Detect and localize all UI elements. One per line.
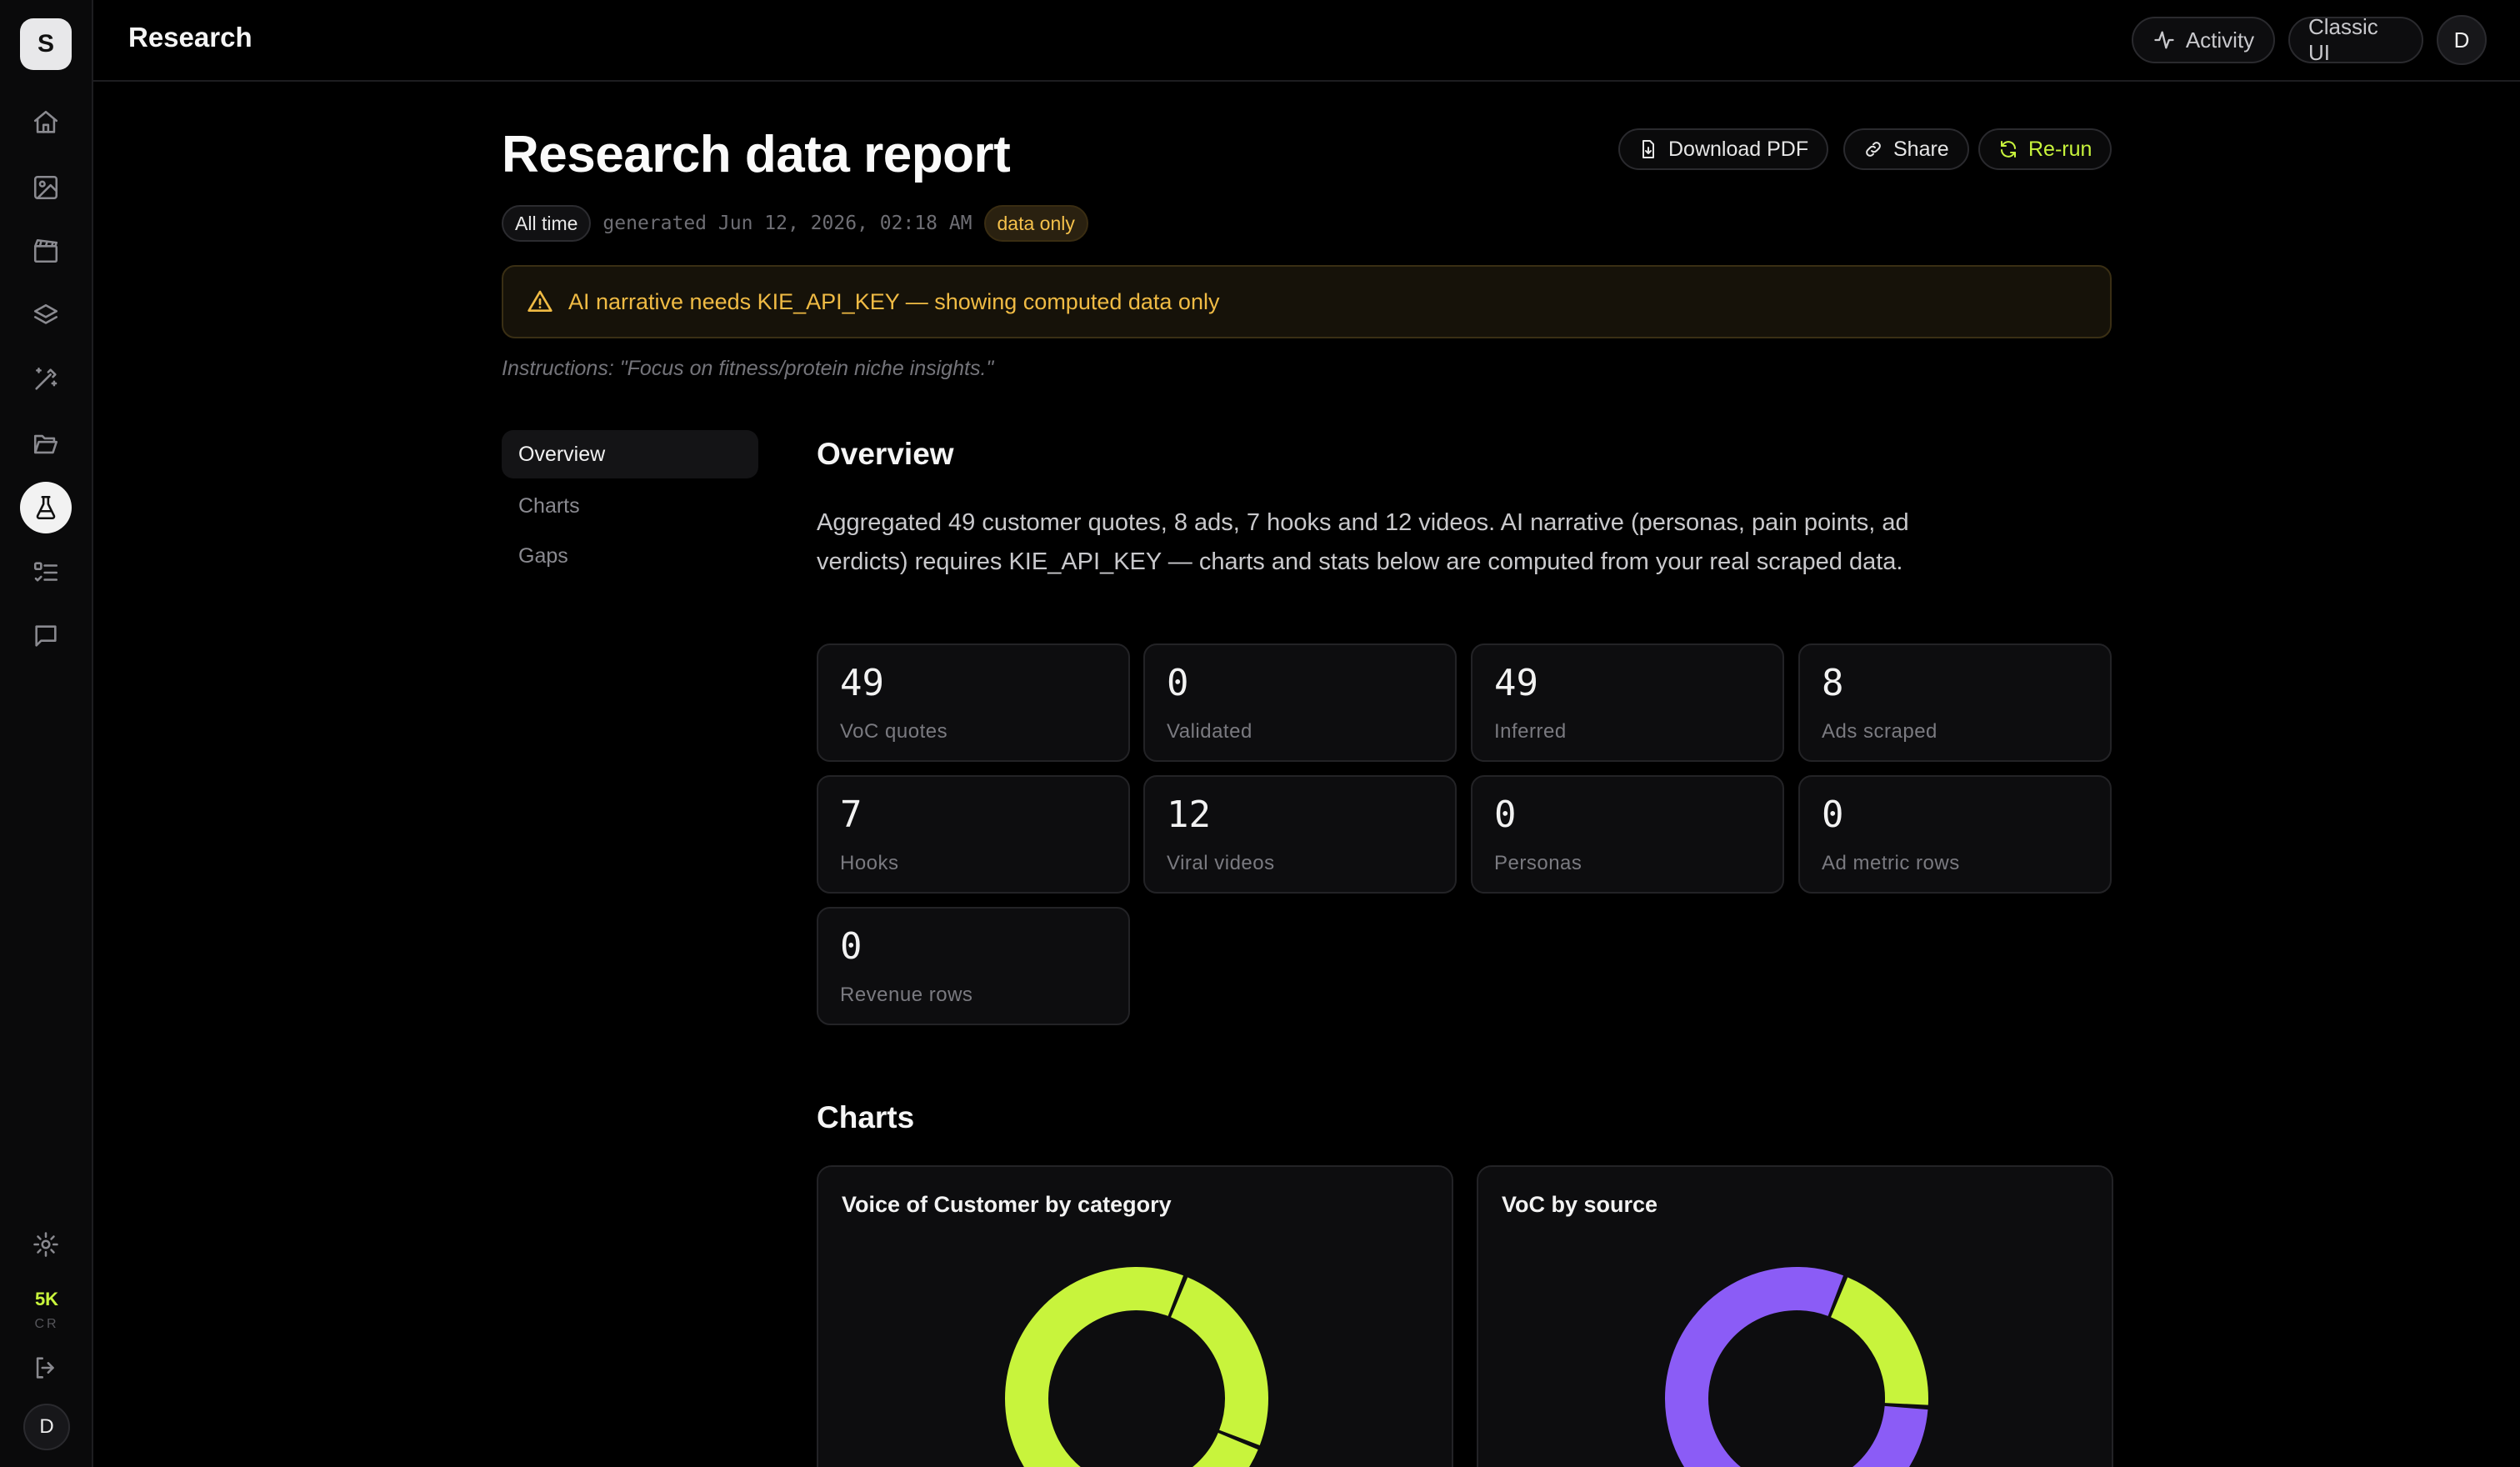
- stat-value: 0: [1494, 794, 1517, 836]
- stat-value: 12: [1167, 794, 1211, 836]
- clapperboard-icon[interactable]: [20, 225, 72, 277]
- checklist-icon[interactable]: [20, 547, 72, 598]
- stat-card: 0 Validated: [1143, 643, 1457, 762]
- charts-heading: Charts: [817, 1100, 915, 1134]
- classic-ui-button[interactable]: Classic UI: [2288, 14, 2423, 65]
- stat-card: 0 Ad metric rows: [1798, 775, 2112, 894]
- share-label: Share: [1893, 137, 1949, 161]
- stat-card: 0 Personas: [1471, 775, 1784, 894]
- stat-label: Validated: [1167, 720, 1252, 743]
- stat-value: 49: [840, 662, 884, 704]
- stat-card: 8 Ads scraped: [1798, 643, 2112, 762]
- page-title: Research: [128, 22, 252, 53]
- report-meta: All time generated Jun 12, 2026, 02:18 A…: [502, 205, 1088, 242]
- stat-card: 7 Hooks: [817, 775, 1130, 894]
- stat-value: 7: [840, 794, 862, 836]
- activity-label: Activity: [2185, 27, 2255, 53]
- top-bar: Research Activity Classic UI D: [93, 0, 2520, 82]
- chart-card-voc-source: VoC by source: [1477, 1165, 2113, 1467]
- rerun-label: Re-run: [2028, 137, 2092, 161]
- image-icon[interactable]: [20, 162, 72, 213]
- message-icon[interactable]: [20, 610, 72, 662]
- warning-text: AI narrative needs KIE_API_KEY — showing…: [568, 288, 1220, 314]
- donut-chart-voc-category: [1005, 1267, 1268, 1467]
- stat-label: Ads scraped: [1822, 720, 1938, 743]
- donut-slice: [1170, 1277, 1268, 1446]
- stat-label: Ad metric rows: [1822, 852, 1960, 874]
- app-logo[interactable]: S: [20, 18, 72, 70]
- refresh-icon: [2001, 141, 2016, 158]
- activity-pulse-icon: [2154, 31, 2174, 49]
- mode-badge: data only: [983, 205, 1088, 242]
- instructions-text: Instructions: "Focus on fitness/protein …: [502, 357, 994, 380]
- stat-value: 0: [1822, 794, 1844, 836]
- download-pdf-button[interactable]: Download PDF: [1618, 128, 1829, 170]
- share-button[interactable]: Share: [1843, 128, 1969, 170]
- chart-card-voc-category: Voice of Customer by category: [817, 1165, 1453, 1467]
- generated-timestamp: generated Jun 12, 2026, 02:18 AM: [602, 213, 972, 234]
- stat-label: Hooks: [840, 852, 899, 874]
- time-range-chip[interactable]: All time: [502, 205, 592, 242]
- stat-label: Viral videos: [1167, 852, 1275, 874]
- stat-card: 0 Revenue rows: [817, 907, 1130, 1025]
- sidebar: S 5K CR D: [0, 0, 93, 1467]
- layers-icon[interactable]: [20, 290, 72, 342]
- stat-value: 49: [1494, 662, 1538, 704]
- stat-value: 8: [1822, 662, 1844, 704]
- report-title: Research data report: [502, 126, 1011, 183]
- section-nav-charts[interactable]: Charts: [502, 482, 758, 530]
- stat-label: Personas: [1494, 852, 1582, 874]
- top-user-avatar[interactable]: D: [2437, 15, 2487, 65]
- stat-card: 12 Viral videos: [1143, 775, 1457, 894]
- settings-gear-icon[interactable]: [20, 1219, 72, 1270]
- logout-icon[interactable]: [20, 1342, 72, 1394]
- section-nav-overview[interactable]: Overview: [502, 430, 758, 478]
- stat-label: Revenue rows: [840, 984, 973, 1006]
- overview-summary: Aggregated 49 customer quotes, 8 ads, 7 …: [817, 509, 1909, 575]
- stat-card: 49 VoC quotes: [817, 643, 1130, 762]
- warning-triangle-icon: [528, 290, 552, 312]
- stat-value: 0: [840, 925, 862, 968]
- file-download-icon: [1642, 140, 1654, 158]
- classic-ui-label: Classic UI: [2308, 14, 2378, 65]
- donut-chart-voc-source: [1665, 1267, 1928, 1467]
- magic-wand-icon[interactable]: [20, 353, 72, 405]
- download-pdf-label: Download PDF: [1668, 137, 1809, 161]
- folder-open-icon[interactable]: [20, 418, 72, 470]
- link-icon: [1866, 142, 1881, 157]
- donut-slice: [1830, 1277, 1928, 1405]
- section-nav-gaps[interactable]: Gaps: [502, 532, 758, 580]
- stat-value: 0: [1167, 662, 1189, 704]
- flask-icon[interactable]: [20, 482, 72, 533]
- chart-title: VoC by source: [1502, 1192, 1658, 1217]
- stat-label: Inferred: [1494, 720, 1567, 743]
- stat-card: 49 Inferred: [1471, 643, 1784, 762]
- chart-title: Voice of Customer by category: [842, 1192, 1172, 1217]
- home-icon[interactable]: [20, 97, 72, 148]
- credits-amount: 5K: [34, 1289, 59, 1309]
- credits-unit: CR: [34, 1317, 59, 1331]
- user-avatar[interactable]: D: [23, 1404, 70, 1450]
- overview-heading: Overview: [817, 437, 954, 471]
- warning-banner: AI narrative needs KIE_API_KEY — showing…: [502, 265, 2112, 338]
- rerun-button[interactable]: Re-run: [1978, 128, 2112, 170]
- activity-button[interactable]: Activity: [2132, 17, 2275, 63]
- stat-label: VoC quotes: [840, 720, 948, 743]
